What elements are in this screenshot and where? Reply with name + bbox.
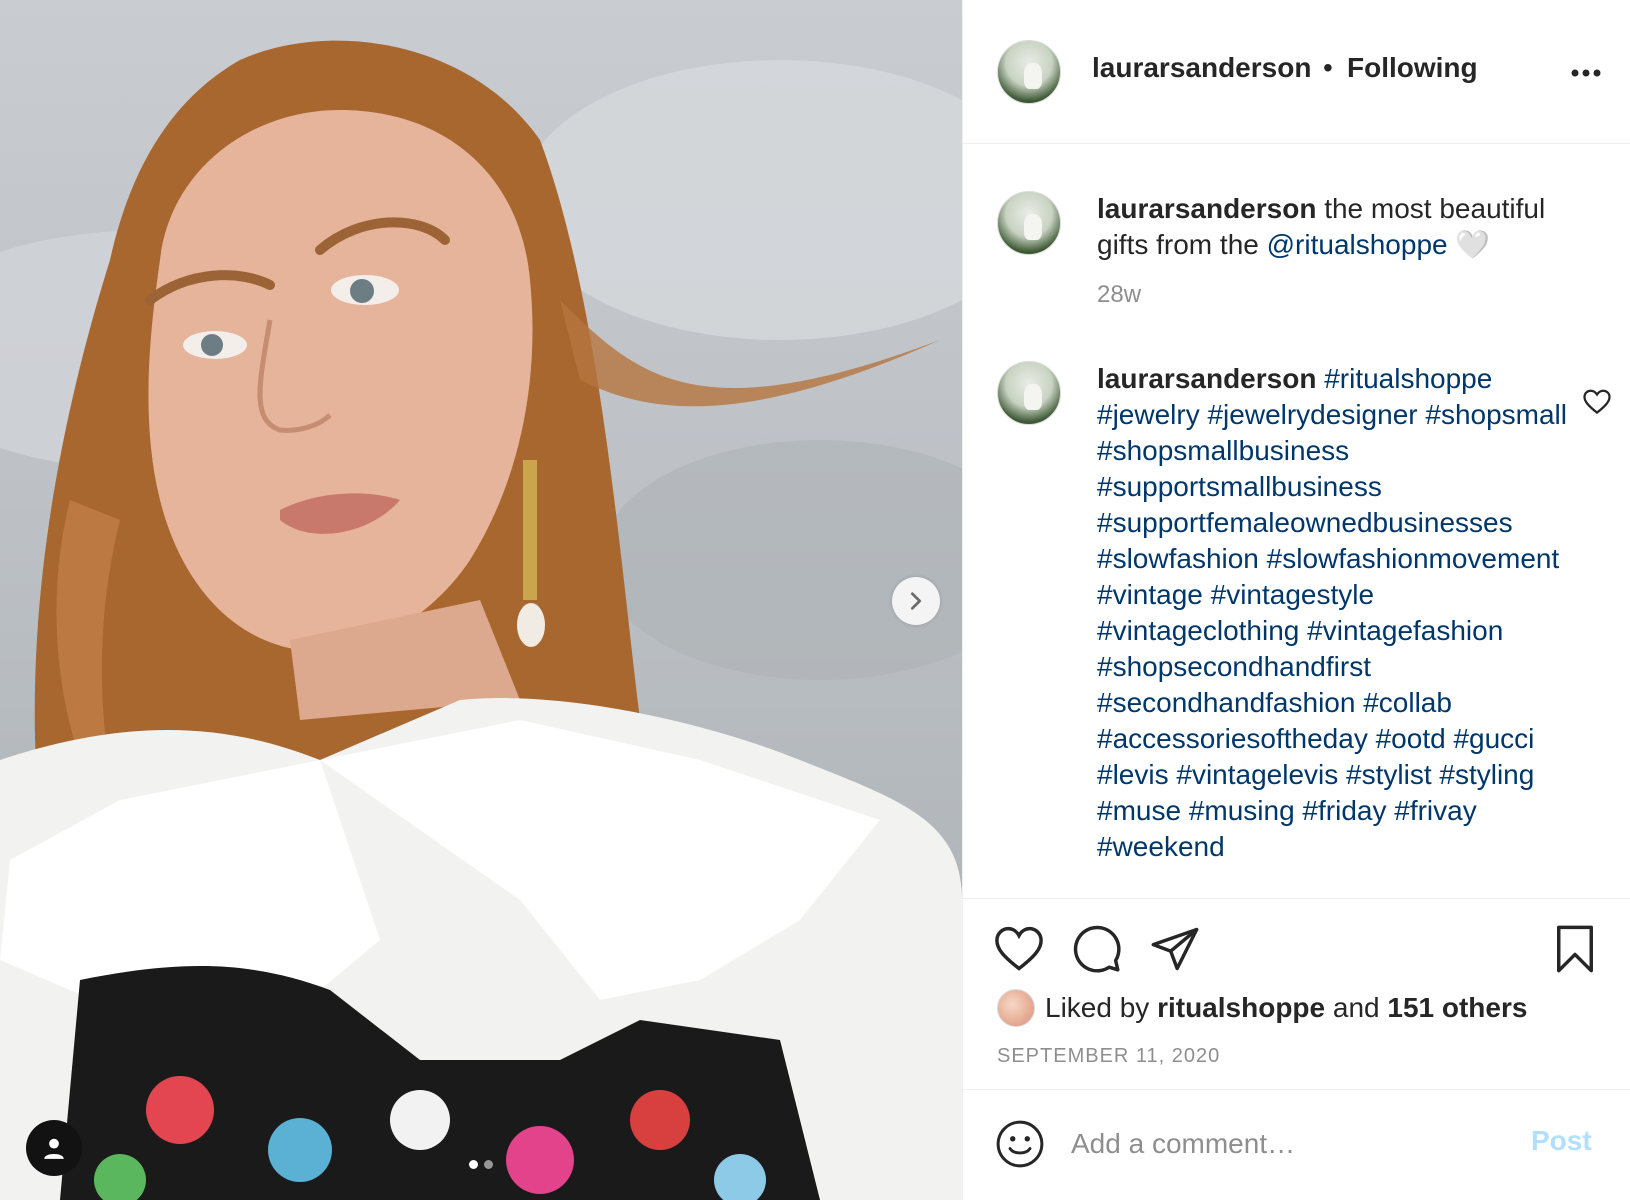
liker-username[interactable]: ritualshoppe xyxy=(1157,992,1325,1023)
bookmark-icon[interactable] xyxy=(1549,923,1601,975)
more-options-icon xyxy=(1571,69,1601,77)
post-panel: laurarsanderson • Following laurarsander… xyxy=(962,0,1630,1200)
send-icon[interactable] xyxy=(1149,923,1201,975)
post-photo[interactable] xyxy=(0,0,962,1200)
caption-time[interactable]: 28w xyxy=(1097,281,1141,309)
comments-section[interactable]: laurarsanderson the most beautiful gifts… xyxy=(963,145,1630,898)
separator-dot: • xyxy=(1323,52,1333,83)
avatar[interactable] xyxy=(997,989,1035,1027)
avatar[interactable] xyxy=(997,191,1061,255)
username-link[interactable]: laurarsanderson xyxy=(1092,52,1311,84)
likes-prefix: Liked by xyxy=(1045,992,1158,1023)
comment-username[interactable]: laurarsanderson xyxy=(1097,363,1316,394)
photo-illustration xyxy=(0,40,962,1200)
user-tag-icon xyxy=(44,1138,64,1159)
caption-username[interactable]: laurarsanderson xyxy=(1097,193,1316,224)
following-button[interactable]: Following xyxy=(1347,52,1478,84)
comment-icon[interactable] xyxy=(1071,923,1123,975)
post-comment-button[interactable]: Post xyxy=(1531,1125,1592,1157)
next-photo-button[interactable] xyxy=(892,577,940,625)
caption: laurarsanderson the most beautiful gifts… xyxy=(997,191,1617,331)
more-options-button[interactable] xyxy=(1563,56,1609,90)
mention-link[interactable]: @ritualshoppe xyxy=(1267,229,1448,260)
post-date[interactable]: SEPTEMBER 11, 2020 xyxy=(997,1045,1220,1068)
likes-count[interactable]: 151 others xyxy=(1387,992,1527,1023)
heart-icon[interactable] xyxy=(993,923,1045,975)
chevron-right-icon xyxy=(910,592,922,610)
heart-icon[interactable] xyxy=(1582,387,1612,417)
carousel-indicator xyxy=(0,1160,962,1169)
carousel-dot xyxy=(469,1160,478,1169)
comment-text: laurarsanderson #ritualshoppe #jewelry #… xyxy=(1097,361,1567,865)
hashtags[interactable]: #ritualshoppe #jewelry #jewelrydesigner … xyxy=(1097,363,1567,862)
caption-text: laurarsanderson the most beautiful gifts… xyxy=(1097,191,1567,263)
comment-input[interactable] xyxy=(1071,1115,1491,1173)
avatar[interactable] xyxy=(997,361,1061,425)
heart-emoji: 🤍 xyxy=(1447,229,1491,260)
emoji-icon[interactable] xyxy=(995,1119,1045,1169)
likes-middle: and xyxy=(1325,992,1388,1023)
likes-summary: Liked by ritualshoppe and 151 others xyxy=(997,988,1527,1028)
comment-form: Post xyxy=(963,1091,1630,1200)
comment: laurarsanderson #ritualshoppe #jewelry #… xyxy=(997,361,1617,898)
avatar[interactable] xyxy=(997,40,1061,104)
post-header: laurarsanderson • Following xyxy=(963,0,1630,144)
carousel-dot xyxy=(484,1160,493,1169)
likes-text: Liked by ritualshoppe and 151 others xyxy=(1045,992,1527,1024)
